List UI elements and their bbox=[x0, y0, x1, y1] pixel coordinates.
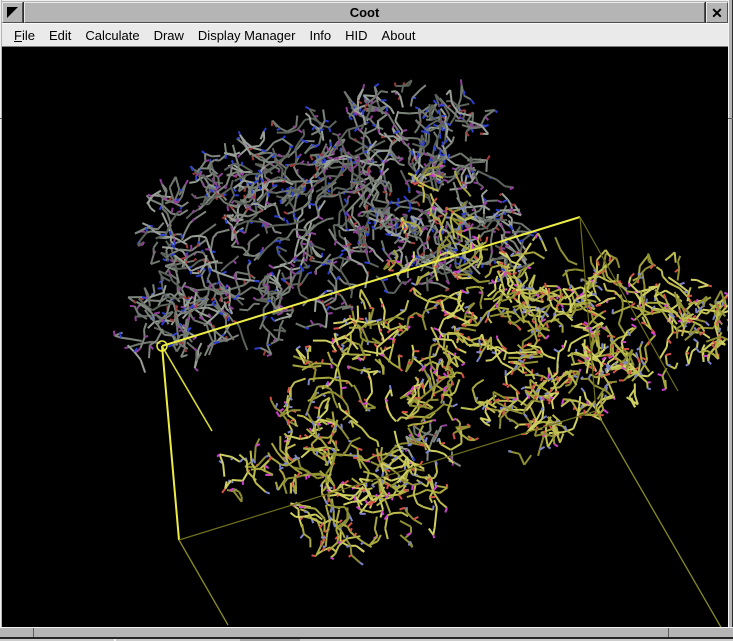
window-menu-button[interactable] bbox=[2, 2, 23, 23]
window-resize-border-bottom[interactable] bbox=[0, 627, 733, 639]
window-resize-border-right[interactable] bbox=[728, 0, 733, 639]
frame-corner-notch bbox=[33, 628, 34, 637]
titlebar[interactable]: Coot ✕ bbox=[2, 2, 728, 23]
menu-item-file[interactable]: File bbox=[14, 28, 35, 43]
menu-item-about[interactable]: About bbox=[382, 28, 416, 43]
menu-item-calculate[interactable]: Calculate bbox=[85, 28, 139, 43]
window-title: Coot bbox=[24, 2, 705, 23]
molecular-viewport[interactable] bbox=[2, 47, 728, 627]
menu-item-draw[interactable]: Draw bbox=[154, 28, 184, 43]
menu-item-info[interactable]: Info bbox=[309, 28, 331, 43]
close-icon: ✕ bbox=[711, 6, 723, 20]
menu-item-display-manager[interactable]: Display Manager bbox=[198, 28, 296, 43]
frame-corner-notch bbox=[0, 118, 2, 119]
frame-corner-notch bbox=[728, 118, 733, 119]
menu-item-edit[interactable]: Edit bbox=[49, 28, 71, 43]
window-menu-triangle-icon bbox=[5, 5, 20, 20]
frame-corner-notch bbox=[668, 628, 669, 637]
close-button[interactable]: ✕ bbox=[706, 2, 728, 23]
menubar: File Edit Calculate Draw Display Manager Info… bbox=[2, 23, 728, 47]
coot-window: Coot ✕ File Edit Calculate Draw Display Mana… bbox=[0, 0, 733, 641]
molecular-scene bbox=[2, 47, 728, 627]
menu-item-hid[interactable]: HID bbox=[345, 28, 367, 43]
